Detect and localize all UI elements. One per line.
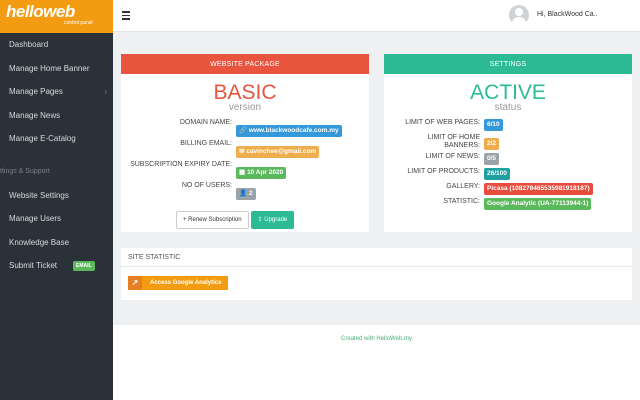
domain-label: DOMAIN NAME: — [179, 119, 232, 126]
products-value: 26/100 — [484, 168, 510, 180]
web-pages-label: LIMIT OF WEB PAGES: — [405, 119, 480, 126]
users-row: NO OF USERS: 👤 2 — [121, 182, 369, 200]
users-value: 👤 2 — [236, 188, 256, 200]
news-label: LIMIT OF NEWS: — [425, 153, 480, 160]
products-label: LIMIT OF PRODUCTS: — [407, 168, 480, 175]
chevron-right-icon: › — [104, 87, 107, 97]
sidebar-item-dashboard[interactable]: Dashboard — [0, 33, 113, 57]
logo-subtext: control panel — [64, 20, 93, 26]
logo-text: helloweb — [6, 2, 75, 21]
access-analytics-label: Access Google Analytics — [150, 280, 222, 286]
home-banners-value: 2/2 — [484, 138, 500, 150]
sidebar-item-website-settings[interactable]: Website Settings — [0, 184, 113, 208]
domain-row: DOMAIN NAME: 🔗 www.blackwoodcafe.com.my — [121, 119, 369, 137]
billing-email-label: BILLING EMAIL: — [180, 140, 232, 147]
sidebar: helloweb control panel Dashboard Manage … — [0, 0, 113, 400]
products-row: LIMIT OF PRODUCTS: 26/100 — [384, 168, 632, 180]
sidebar-item-news[interactable]: Manage News — [0, 104, 113, 128]
home-banners-row: LIMIT OF HOME BANNERS: 2/2 — [384, 134, 632, 150]
users-label: NO OF USERS: — [181, 182, 232, 189]
sidebar-item-manage-users[interactable]: Manage Users — [0, 207, 113, 231]
package-title: BASIC — [213, 81, 277, 104]
top-bar: Hi, BlackWood Ca.. — [113, 0, 640, 32]
sidebar-item-label: Manage Home Banner — [9, 63, 90, 73]
site-statistic-panel: SITE STATISTIC ↗ Access Google Analytics — [121, 248, 632, 300]
upgrade-button[interactable]: ⇪ Upgrade — [250, 211, 295, 229]
settings-subtitle: status — [494, 102, 522, 113]
hamburger-menu-icon[interactable] — [122, 11, 130, 22]
sidebar-section-label: ttings & Support — [0, 168, 50, 175]
sidebar-item-label: Knowledge Base — [9, 237, 70, 247]
domain-value: 🔗 www.blackwoodcafe.com.my — [236, 125, 342, 137]
statistic-value[interactable]: Google Analytic (UA-77113944-1) — [484, 198, 592, 210]
website-package-panel: WEBSITE PACKAGE BASIC version DOMAIN NAM… — [121, 54, 369, 232]
user-greeting[interactable]: Hi, BlackWood Ca.. — [537, 11, 598, 18]
settings-title: ACTIVE — [470, 81, 546, 104]
sidebar-item-label: Submit Ticket — [9, 261, 58, 271]
access-analytics-button[interactable]: ↗ Access Google Analytics — [128, 276, 229, 290]
gallery-label: GALLERY: — [446, 183, 480, 190]
user-icon: 👤 — [239, 190, 248, 197]
upgrade-icon: ⇪ — [257, 217, 263, 223]
gallery-value[interactable]: Picasa (108278465535981918187) — [484, 183, 593, 195]
sidebar-item-label: Manage News — [9, 110, 61, 120]
statistic-row: STATISTIC: Google Analytic (UA-77113944-… — [384, 198, 632, 210]
renew-subscription-button[interactable]: + Renew Subscription — [176, 211, 249, 229]
expiry-label: SUBSCRIPTION EXPIRY DATE: — [130, 161, 232, 168]
sidebar-item-pages[interactable]: Manage Pages › — [0, 80, 113, 104]
calendar-icon: ▦ — [239, 169, 246, 176]
sidebar-item-label: Manage E-Catalog — [9, 134, 76, 144]
web-pages-value: 6/10 — [484, 119, 503, 131]
sidebar-item-label: Manage Users — [9, 214, 62, 224]
expiry-value: ▦ 10 Apr 2020 — [236, 167, 287, 179]
envelope-icon: ✉ — [239, 148, 245, 155]
statistic-label: STATISTIC: — [443, 198, 480, 205]
panel-heading: WEBSITE PACKAGE — [121, 54, 369, 74]
chart-icon: ↗ — [128, 276, 142, 290]
panel-heading: SITE STATISTIC — [121, 248, 632, 267]
link-icon: 🔗 — [239, 127, 248, 134]
news-row: LIMIT OF NEWS: 0/5 — [384, 153, 632, 165]
sidebar-item-label: Manage Pages — [9, 87, 63, 97]
sidebar-item-knowledge-base[interactable]: Knowledge Base — [0, 231, 113, 255]
billing-email-row: BILLING EMAIL: ✉ cavinchee@gmail.com — [121, 140, 369, 158]
home-banners-label: LIMIT OF HOME BANNERS: — [427, 134, 480, 149]
news-value: 0/5 — [484, 153, 500, 165]
sidebar-item-submit-ticket[interactable]: Submit Ticket EMAIL — [0, 254, 113, 278]
logo[interactable]: helloweb control panel — [0, 0, 113, 33]
expiry-row: SUBSCRIPTION EXPIRY DATE: ▦ 10 Apr 2020 — [121, 161, 369, 179]
footer-text[interactable]: Created with HelloWeb.my — [113, 336, 640, 342]
sidebar-item-home-banner[interactable]: Manage Home Banner — [0, 57, 113, 81]
avatar[interactable] — [509, 5, 529, 25]
web-pages-row: LIMIT OF WEB PAGES: 6/10 — [384, 119, 632, 131]
package-subtitle: version — [228, 102, 262, 113]
email-badge: EMAIL — [73, 260, 95, 271]
sidebar-item-label: Website Settings — [9, 190, 69, 200]
settings-panel: SETTINGS ACTIVE status LIMIT OF WEB PAGE… — [384, 54, 632, 232]
gallery-row: GALLERY: Picasa (108278465535981918187) — [384, 183, 632, 195]
billing-email-value: ✉ cavinchee@gmail.com — [236, 146, 320, 158]
panel-heading: SETTINGS — [384, 54, 632, 74]
sidebar-item-label: Dashboard — [9, 40, 49, 50]
sidebar-item-ecatalog[interactable]: Manage E-Catalog — [0, 127, 113, 151]
